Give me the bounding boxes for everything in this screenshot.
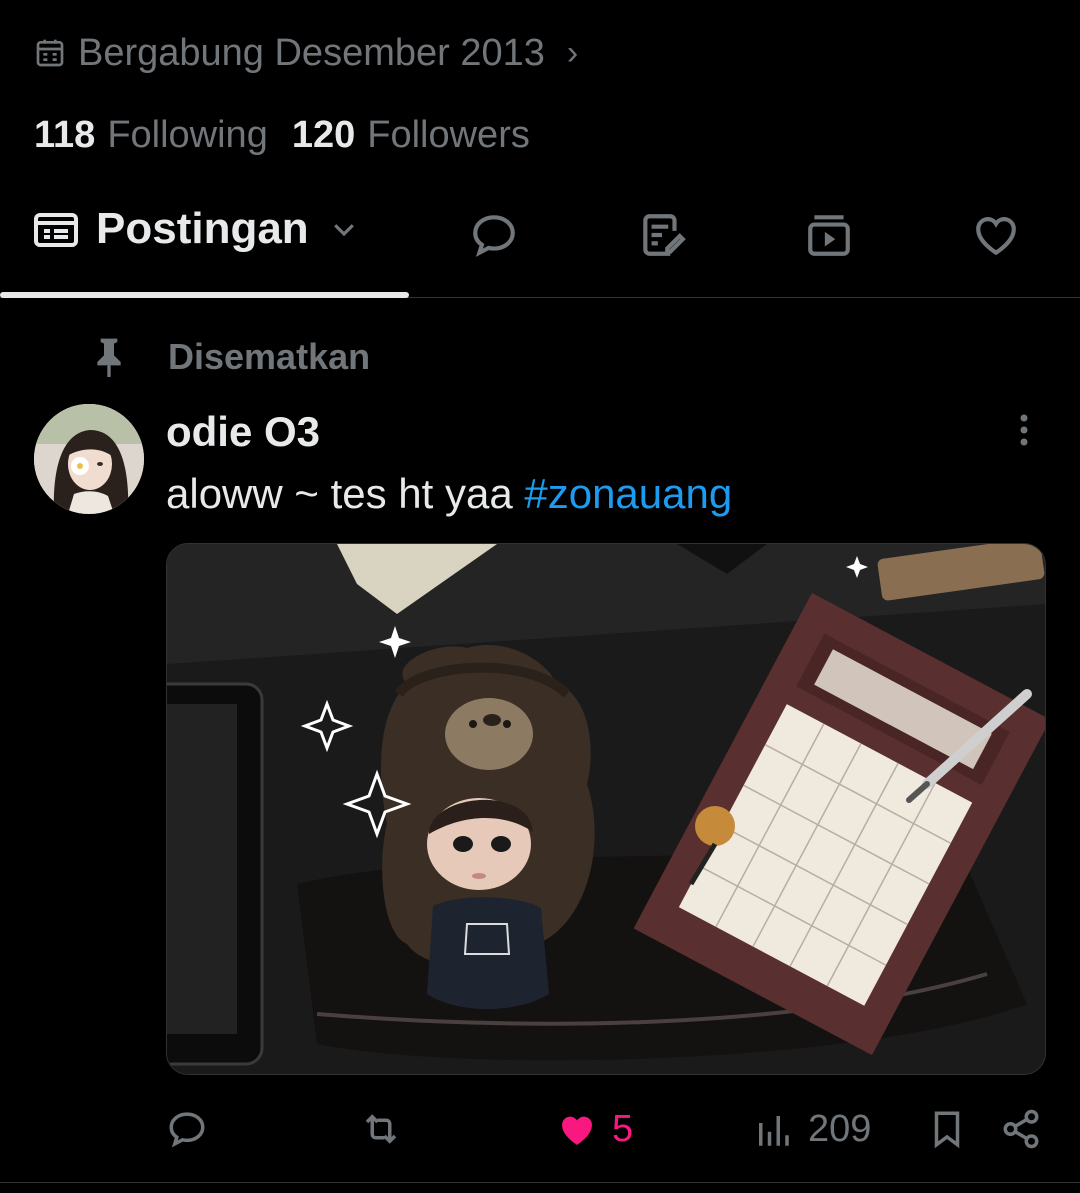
likes-icon[interactable] <box>971 210 1021 260</box>
post-actions: 5 209 <box>0 1100 1080 1166</box>
views-button[interactable]: 209 <box>752 1108 871 1151</box>
share-icon <box>1003 1109 1039 1149</box>
chevron-down-icon <box>333 224 354 237</box>
bookmark-icon <box>934 1111 960 1149</box>
repost-icon <box>365 1114 397 1144</box>
post-text: aloww ~ tes ht yaa #zonauang <box>166 470 732 518</box>
following-link[interactable]: 118 Following <box>34 114 268 157</box>
following-label: Following <box>107 114 268 156</box>
author-name[interactable]: odie O3 <box>166 408 320 456</box>
heart-filled-icon <box>562 1116 592 1145</box>
pin-icon <box>97 338 121 377</box>
media-icon[interactable] <box>804 210 854 260</box>
post-media[interactable] <box>166 543 1046 1075</box>
like-count: 5 <box>612 1108 634 1150</box>
divider <box>0 1182 1080 1183</box>
share-button[interactable] <box>1000 1108 1042 1150</box>
articles-icon[interactable] <box>637 210 687 260</box>
joined-label: Bergabung Desember 2013 <box>78 31 545 74</box>
pinned-label: Disematkan <box>168 336 371 377</box>
bookmark-button[interactable] <box>926 1108 968 1150</box>
like-button[interactable]: 5 <box>556 1108 633 1151</box>
following-count: 118 <box>34 114 96 156</box>
reply-icon <box>169 1112 205 1148</box>
followers-link[interactable]: 120 Followers <box>292 114 530 157</box>
hashtag-link[interactable]: #zonauang <box>524 470 732 517</box>
avatar-photo <box>34 404 144 514</box>
post-photo <box>167 544 1045 1074</box>
tab-posts-label: Postingan <box>96 204 309 253</box>
avatar[interactable] <box>34 404 144 514</box>
repost-button[interactable] <box>360 1108 402 1150</box>
joined-date[interactable]: Bergabung Desember 2013 › <box>34 28 578 78</box>
posts-tab-icon <box>34 213 78 247</box>
tab-posts[interactable]: Postingan <box>32 204 359 254</box>
more-options-icon[interactable] <box>1008 410 1040 450</box>
replies-icon[interactable] <box>469 210 519 260</box>
active-tab-indicator <box>0 292 409 298</box>
followers-label: Followers <box>367 114 530 156</box>
view-count: 209 <box>808 1108 872 1150</box>
pinned-indicator: Disematkan <box>92 336 370 378</box>
post-text-body: aloww ~ tes ht yaa <box>166 470 525 517</box>
follow-stats: 118 Following 120 Followers <box>34 114 530 157</box>
chevron-right-icon: › <box>566 33 579 72</box>
views-icon <box>759 1115 789 1146</box>
profile-tabs: Postingan <box>0 196 1080 298</box>
followers-count: 120 <box>291 114 356 156</box>
reply-button[interactable] <box>166 1108 208 1150</box>
calendar-icon <box>36 39 64 67</box>
